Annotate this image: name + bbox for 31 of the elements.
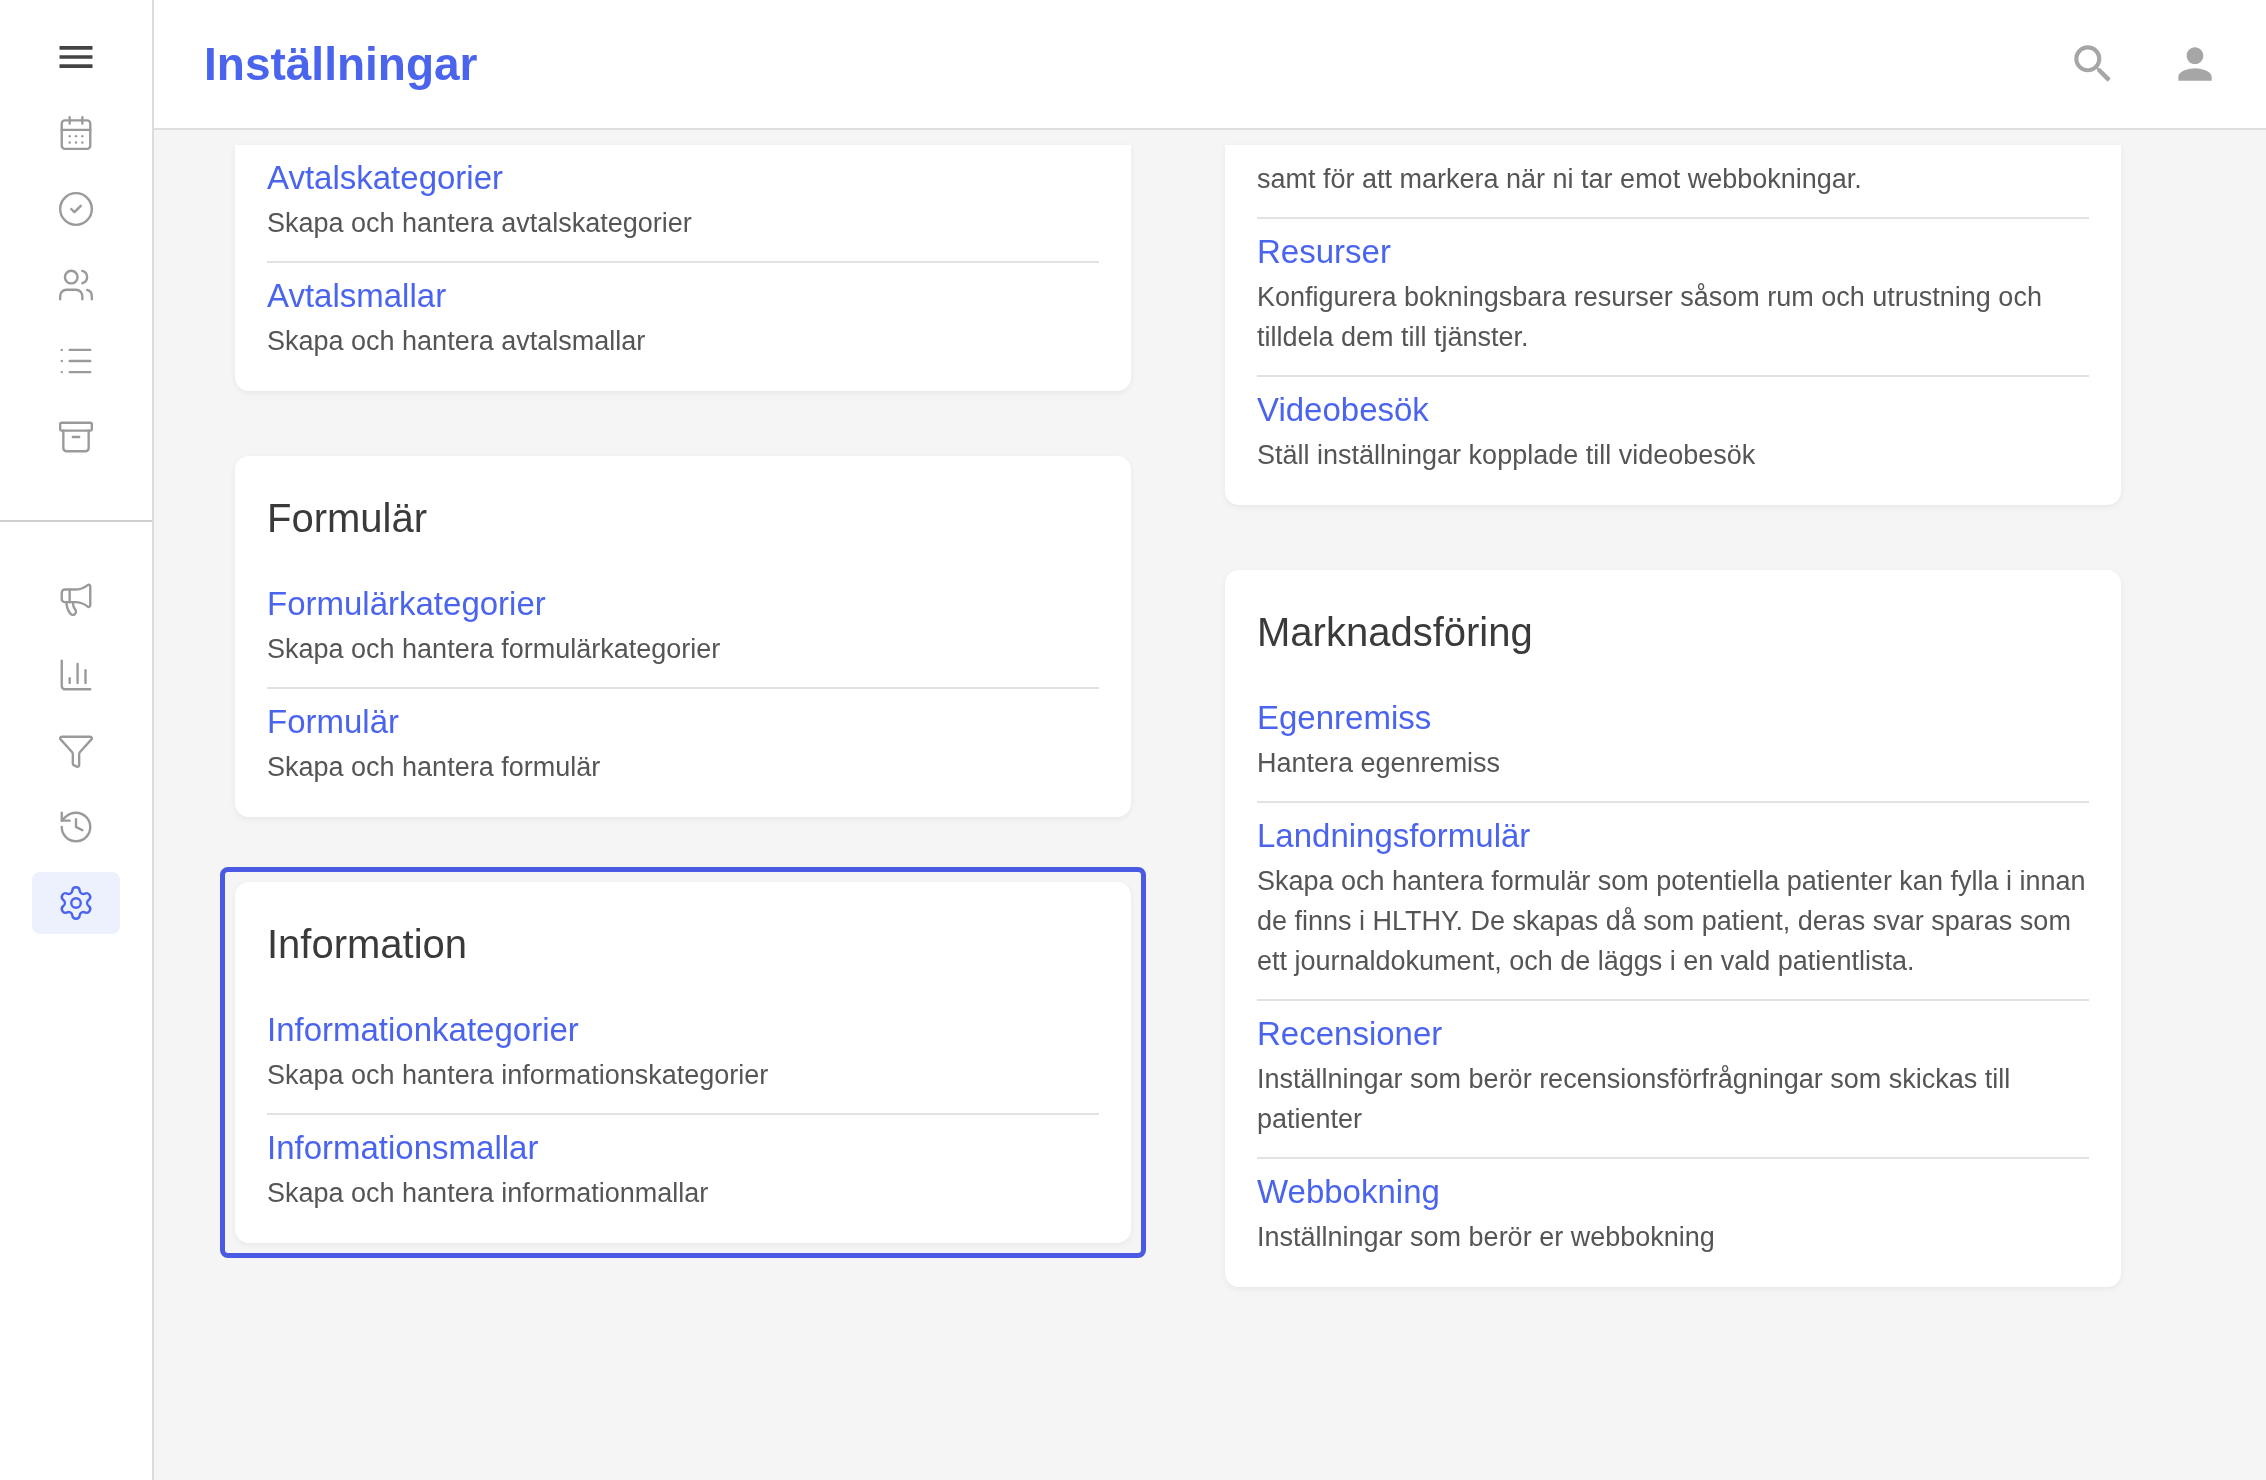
settings-link[interactable]: Formulär: [267, 703, 1099, 741]
settings-link[interactable]: Videobesök: [1257, 391, 2089, 429]
settings-description: Inställningar som berör recensionsförfrågningar som skickas till patienter: [1257, 1063, 2012, 1136]
settings-description: Skapa och hantera informationskategorier: [267, 1059, 770, 1092]
settings-link[interactable]: Resurser: [1257, 233, 2089, 271]
settings-link[interactable]: Avtalsmallar: [267, 277, 1099, 315]
settings-description: Skapa och hantera formulär: [267, 751, 602, 784]
page-title: Inställningar: [204, 37, 479, 91]
settings-description: Skapa och hantera formulär som potentiella patienter kan fylla i innan de finns i HLTHY. De skapas då som patient, deras svar sparas som ett journaldokument, och de läggs i en vald patientlista.: [1257, 865, 2087, 978]
settings-description: Skapa och hantera avtalsmallar: [267, 325, 647, 358]
settings-link[interactable]: Recensioner: [1257, 1015, 2089, 1053]
settings-description: Inställningar som berör er webbokning: [1257, 1221, 1716, 1254]
card-heading: Formulär: [267, 496, 429, 541]
settings-link[interactable]: Landningsformulär: [1257, 817, 2089, 855]
check-circle-icon: [57, 190, 95, 228]
card-heading: Marknadsföring: [1257, 610, 1534, 655]
settings-description: Skapa och hantera informationmallar: [267, 1177, 710, 1210]
settings-description: Ställ inställningar kopplade till videobesök: [1257, 439, 1757, 472]
settings-link[interactable]: Egenremiss: [1257, 699, 2089, 737]
settings-description: Konfigurera bokningsbara resurser såsom rum och utrustning och tilldela dem till tjänster.: [1257, 281, 2043, 354]
settings-description: Skapa och hantera formulärkategorier: [267, 633, 722, 666]
settings-link[interactable]: Informationsmallar: [267, 1129, 1099, 1167]
settings-link[interactable]: Webbokning: [1257, 1173, 2089, 1211]
settings-description: Skapa och hantera avtalskategorier: [267, 207, 693, 240]
settings-link[interactable]: Formulärkategorier: [267, 585, 1099, 623]
card-heading: Information: [267, 922, 469, 967]
sidebar-item[interactable]: [32, 872, 120, 934]
settings-link[interactable]: Informationkategorier: [267, 1011, 1099, 1049]
settings-description: samt för att markera när ni tar emot webbokningar.: [1257, 163, 1863, 196]
settings-description: Hantera egenremiss: [1257, 747, 1502, 780]
settings-link[interactable]: Avtalskategorier: [267, 159, 1099, 197]
